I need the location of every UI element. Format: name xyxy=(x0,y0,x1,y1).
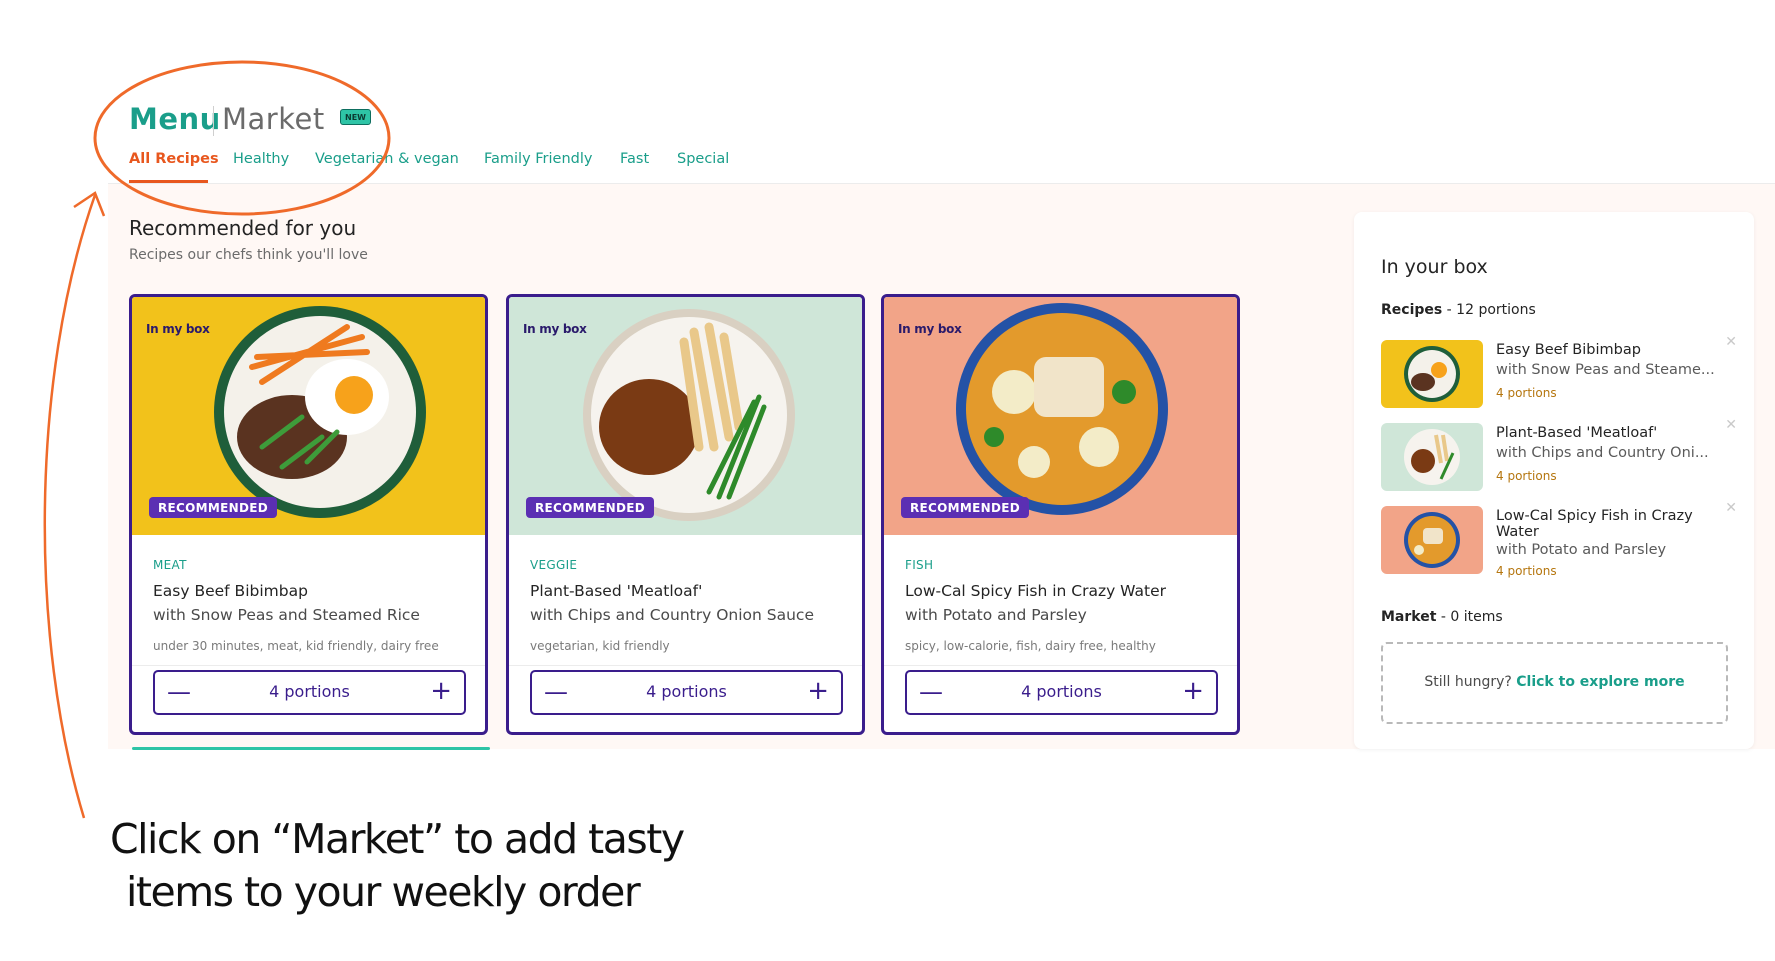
annotation-line-1: Click on “Market” to add tasty xyxy=(110,815,685,863)
pointer-arrow xyxy=(43,194,97,819)
annotation-line-2: items to your weekly order xyxy=(126,868,641,916)
highlight-circle xyxy=(93,60,391,216)
